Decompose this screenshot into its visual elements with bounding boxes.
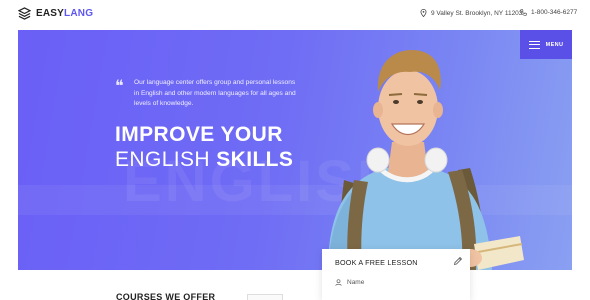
pencil-icon <box>453 256 463 266</box>
logo-text-part2: LANG <box>64 8 94 19</box>
name-field-placeholder: Name <box>347 278 365 286</box>
logo[interactable]: EASYLANG <box>18 7 93 20</box>
hero-quote: Our language center offers group and per… <box>134 79 296 107</box>
courses-tab[interactable] <box>247 294 283 300</box>
menu-button[interactable]: MENU <box>520 30 572 59</box>
page: EASYLANG 9 Valley St. Brooklyn, NY 11203… <box>0 0 590 300</box>
hamburger-icon <box>528 40 540 49</box>
headline-line2-regular: ENGLISH <box>115 148 210 171</box>
student-photo <box>328 50 524 270</box>
headline-line1: IMPROVE YOUR <box>115 123 283 146</box>
headline-line2: ENGLISH SKILLS <box>115 147 293 172</box>
user-icon <box>335 278 342 286</box>
menu-label: MENU <box>545 41 564 48</box>
courses-heading: COURSES WE OFFER <box>116 292 216 300</box>
name-field[interactable]: Name <box>335 275 457 289</box>
booking-card: BOOK A FREE LESSON Name <box>322 249 470 300</box>
address: 9 Valley St. Brooklyn, NY 11203 <box>420 9 522 17</box>
phone[interactable]: 1-800-346-6277 <box>520 9 577 16</box>
quote-mark-icon: ❝ <box>115 76 124 95</box>
headline-line2-bold: SKILLS <box>216 148 294 171</box>
logo-text: EASYLANG <box>36 8 93 19</box>
logo-stack-icon <box>18 7 31 20</box>
address-text: 9 Valley St. Brooklyn, NY 11203 <box>431 9 523 17</box>
logo-text-part1: EASY <box>36 8 65 19</box>
hero-headline: IMPROVE YOUR ENGLISH SKILLS <box>115 122 293 172</box>
phone-icon <box>520 9 527 16</box>
phone-number: 1-800-346-6277 <box>531 9 578 16</box>
location-pin-icon <box>420 9 427 17</box>
top-bar: EASYLANG 9 Valley St. Brooklyn, NY 11203… <box>0 0 590 28</box>
hero-banner: ENGLISH ❝ Our language center offers gro… <box>18 30 572 270</box>
booking-title: BOOK A FREE LESSON <box>335 258 418 267</box>
